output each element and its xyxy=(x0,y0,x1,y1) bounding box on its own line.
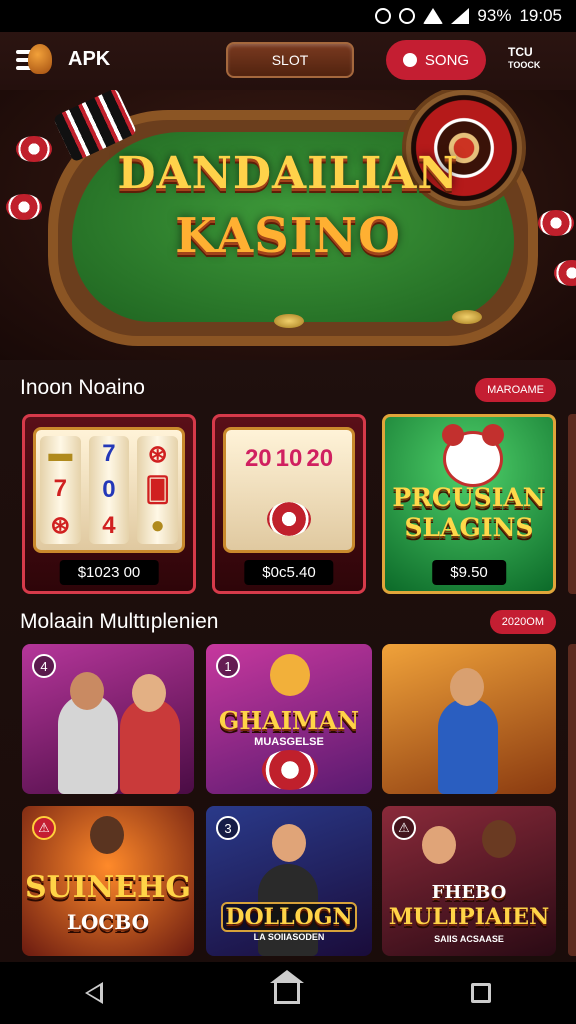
character-head xyxy=(422,826,456,864)
character-figure xyxy=(438,698,498,794)
game-subtitle: SAIIS ACSAASE xyxy=(434,934,504,944)
character-figure xyxy=(120,698,180,794)
game-rank-badge: 1 xyxy=(216,654,240,678)
multiplayer-game-card[interactable]: 1 GHAIMAN MUASGELSE xyxy=(206,644,372,794)
bear-game-card[interactable]: PRCUSIAN SLAGINS $9.50 xyxy=(382,414,556,594)
hero-title-line2: KASINO xyxy=(175,208,401,264)
game-title-line2: MULIPIAIEN xyxy=(388,904,550,930)
game-rank-badge: 3 xyxy=(216,816,240,840)
slot-reels: 20 10 20 xyxy=(223,427,355,553)
slot-button[interactable]: SLOT xyxy=(226,42,354,78)
character-head xyxy=(90,816,124,854)
section1-title: Inoon Noaino xyxy=(20,376,145,399)
home-icon[interactable] xyxy=(269,970,304,1004)
battery-level: 93% xyxy=(477,6,512,25)
game-price: $0c5.40 xyxy=(244,560,334,585)
character-head xyxy=(482,820,516,858)
slot-game-card[interactable]: ▬ 7 ⊛ 704 ⊛ 🂠 ● $1023 00 xyxy=(22,414,196,594)
character-head xyxy=(132,674,166,712)
multiplayer-game-card[interactable] xyxy=(382,644,556,794)
app-header: APK SLOT SONG TCU TOOCK xyxy=(0,32,576,90)
game-title-line1: SUINEHG xyxy=(24,870,192,905)
coin-dish-icon xyxy=(452,310,482,324)
app-screen: 93% 19:05 APK SLOT SONG TCU TOOCK DANDAI… xyxy=(0,0,576,1024)
hero-banner[interactable]: DANDAILIAN KASINO xyxy=(0,90,576,360)
character-head xyxy=(272,824,306,862)
section1-badge[interactable]: MAROAME xyxy=(475,378,556,402)
recent-apps-icon[interactable] xyxy=(470,983,491,1003)
section2-title: Molaain Multtıplenien xyxy=(20,610,219,633)
slot-reels: ▬ 7 ⊛ 704 ⊛ 🂠 ● xyxy=(33,427,185,553)
menu-logo-icon[interactable] xyxy=(16,42,56,78)
multiplayer-game-card[interactable]: ⚠ SUINEHG LOCBO xyxy=(22,806,194,956)
multiplayer-game-card[interactable]: 3 DOLLOGN LA SOIIASODEN xyxy=(206,806,372,956)
back-icon[interactable] xyxy=(85,982,104,1004)
game-title-line1: FHEBO xyxy=(431,882,507,903)
record-icon xyxy=(402,53,417,67)
game-rank-badge: 4 xyxy=(32,654,56,678)
app-label: APK xyxy=(68,48,111,70)
top-right-line2: TOOCK xyxy=(508,60,541,70)
wifi-icon xyxy=(423,8,444,24)
section2-badge[interactable]: 2020OM xyxy=(489,610,556,634)
top-right-line1: TCU xyxy=(508,45,533,59)
mascot-head xyxy=(270,654,310,696)
game-subtitle: LA SOIIASODEN xyxy=(253,932,325,942)
slot-game-card[interactable]: 20 10 20 $0c5.40 xyxy=(212,414,366,594)
song-button[interactable]: SONG xyxy=(386,40,486,80)
game-subtitle: MUASGELSE xyxy=(254,736,324,748)
game-title-line2: LOCBO xyxy=(66,910,150,934)
coin-dish-icon xyxy=(274,314,304,328)
sync-icon xyxy=(399,8,416,24)
system-nav-bar xyxy=(0,962,576,1024)
hero-title-line1: DANDAILIAN xyxy=(117,148,459,199)
alarm-icon xyxy=(375,8,392,24)
bird-logo-icon xyxy=(28,44,52,74)
scroll-hint xyxy=(568,414,576,594)
bear-mascot-icon xyxy=(442,424,504,487)
bear-game-title: PRCUSIAN SLAGINS xyxy=(392,483,546,542)
scroll-hint xyxy=(568,644,576,956)
character-head xyxy=(70,672,104,710)
status-time: 19:05 xyxy=(519,6,562,25)
chip-icon xyxy=(262,750,318,790)
game-price: $9.50 xyxy=(432,560,506,585)
warning-icon: ⚠ xyxy=(392,816,416,840)
signal-icon xyxy=(451,8,470,24)
status-bar: 93% 19:05 xyxy=(0,0,576,32)
game-price: $1023 00 xyxy=(59,560,159,585)
multiplayer-game-card[interactable]: 4 xyxy=(22,644,194,794)
character-head xyxy=(450,668,484,706)
game-title: GHAIMAN xyxy=(218,706,360,735)
warning-icon: ⚠ xyxy=(32,816,56,840)
top-right-menu[interactable]: TCU TOOCK xyxy=(508,46,560,78)
multiplayer-game-card[interactable]: ⚠ FHEBO MULIPIAIEN SAIIS ACSAASE xyxy=(382,806,556,956)
song-button-label: SONG xyxy=(424,51,470,69)
game-title: DOLLOGN xyxy=(221,902,357,932)
chip-icon xyxy=(267,501,311,536)
